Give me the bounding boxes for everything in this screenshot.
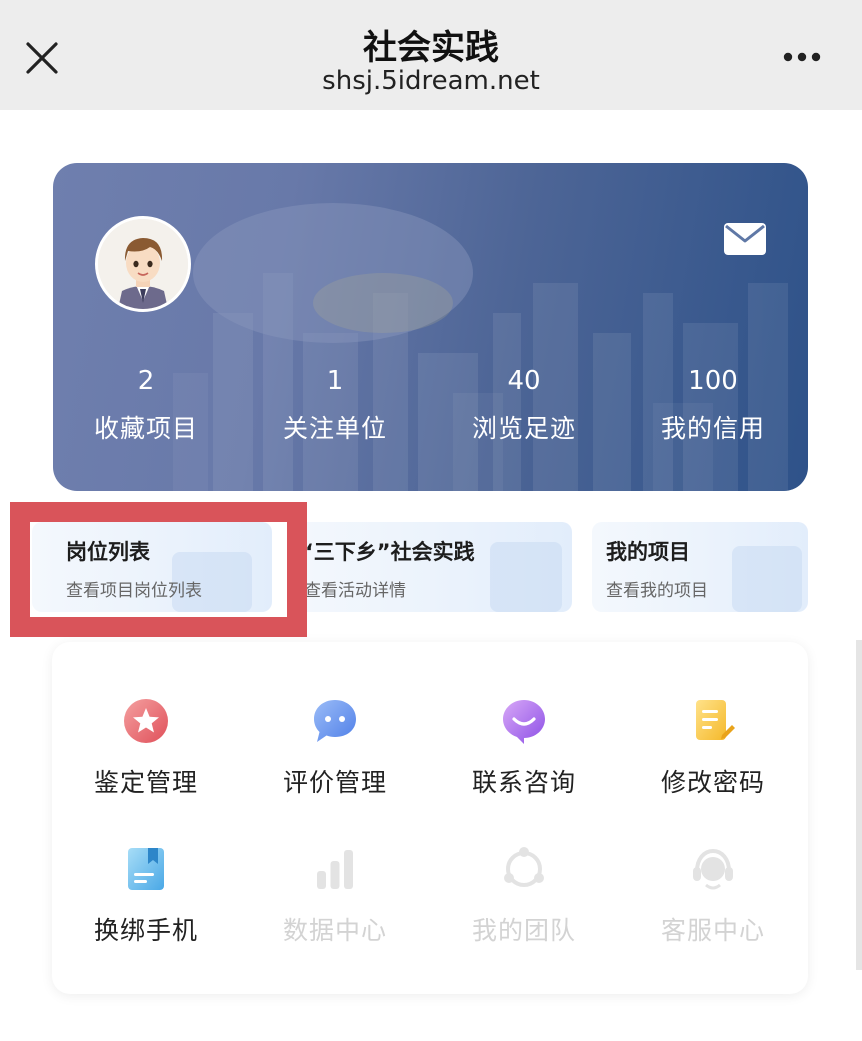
quick-card-subtitle: 查看我的项目 — [606, 581, 708, 601]
quick-card-subtitle: 查看项目岗位列表 — [66, 581, 202, 601]
stat-my-credit[interactable]: 100 我的信用 — [638, 363, 788, 445]
grid-item-label: 换绑手机 — [93, 916, 198, 945]
star-badge-icon — [124, 699, 168, 743]
stat-followed-units[interactable]: 1 关注单位 — [260, 363, 410, 445]
message-button[interactable] — [723, 221, 767, 257]
card-decoration — [490, 542, 562, 612]
stat-browse-history[interactable]: 40 浏览足迹 — [449, 363, 599, 445]
grid-item-label: 评价管理 — [282, 768, 387, 797]
stat-value: 100 — [688, 366, 738, 396]
grid-item-my-team[interactable]: 我的团队 — [439, 845, 609, 975]
page-title: 社会实践 — [363, 28, 499, 68]
bookmark-document-icon — [128, 848, 164, 890]
grid-item-label: 联系咨询 — [471, 768, 576, 797]
grid-item-change-password[interactable]: 修改密码 — [628, 697, 798, 827]
quick-card-rural-practice[interactable]: “三下乡”社会实践 查看活动详情 — [290, 522, 572, 612]
function-grid: 鉴定管理 评价管理 联系咨询 修改密码 换绑手机 数据中心 我的团队 客服中心 — [52, 642, 808, 994]
quick-card-title: “三下乡”社会实践 — [300, 540, 475, 564]
grid-item-contact[interactable]: 联系咨询 — [439, 697, 609, 827]
bar-chart-icon — [317, 850, 353, 889]
edit-document-icon — [696, 700, 735, 740]
grid-item-rebind-phone[interactable]: 换绑手机 — [61, 845, 231, 975]
quick-card-subtitle: 查看活动详情 — [304, 581, 406, 601]
quick-card-my-projects[interactable]: 我的项目 查看我的项目 — [592, 522, 808, 612]
quick-card-title: 岗位列表 — [66, 540, 150, 564]
grid-item-data-center[interactable]: 数据中心 — [250, 845, 420, 975]
stat-value: 40 — [507, 366, 541, 396]
top-bar: 社会实践 shsj.5idream.net — [0, 0, 862, 110]
stat-label: 我的信用 — [660, 414, 765, 443]
chat-bubble-icon — [314, 700, 356, 742]
mail-icon — [724, 223, 766, 255]
grid-item-label: 我的团队 — [471, 916, 576, 945]
grid-item-evaluation[interactable]: 评价管理 — [250, 697, 420, 827]
quick-card-position-list[interactable]: 岗位列表 查看项目岗位列表 — [32, 522, 272, 612]
stat-value: 2 — [137, 366, 155, 396]
scrollbar[interactable] — [856, 640, 862, 970]
headset-icon — [693, 848, 733, 890]
quick-card-title: 我的项目 — [606, 540, 690, 564]
grid-item-label: 客服中心 — [660, 916, 765, 945]
card-decoration — [732, 546, 802, 612]
grid-item-label: 鉴定管理 — [93, 768, 198, 797]
stat-label: 收藏项目 — [93, 414, 198, 443]
more-icon — [783, 52, 821, 62]
grid-item-appraisal[interactable]: 鉴定管理 — [61, 697, 231, 827]
grid-item-label: 修改密码 — [660, 768, 765, 797]
more-button[interactable] — [776, 42, 828, 72]
avatar[interactable] — [95, 216, 191, 312]
stat-label: 关注单位 — [282, 414, 387, 443]
stat-favorite-projects[interactable]: 2 收藏项目 — [71, 363, 221, 445]
page-url: shsj.5idream.net — [322, 66, 540, 96]
smile-bubble-icon — [503, 700, 545, 744]
grid-item-customer-service[interactable]: 客服中心 — [628, 845, 798, 975]
avatar-image — [98, 219, 188, 309]
grid-item-label: 数据中心 — [282, 916, 387, 945]
stat-value: 1 — [326, 366, 344, 396]
team-icon — [504, 847, 544, 887]
stat-label: 浏览足迹 — [471, 414, 576, 443]
profile-card: 2 收藏项目 1 关注单位 40 浏览足迹 100 我的信用 — [53, 163, 808, 491]
